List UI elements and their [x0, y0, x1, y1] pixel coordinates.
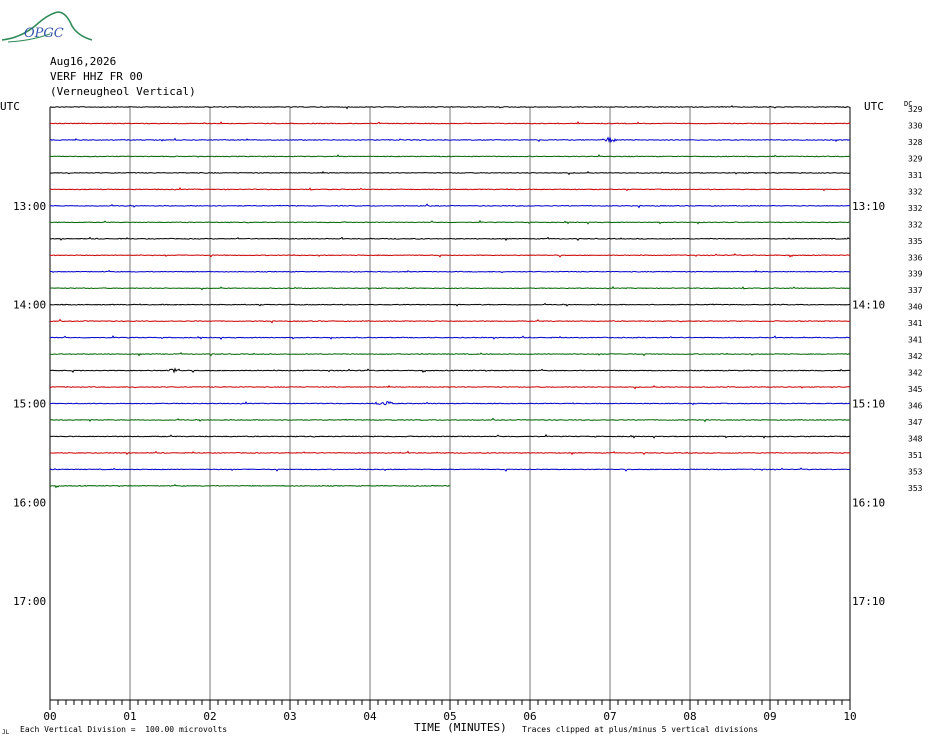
plot-date: Aug16,2026 [50, 55, 117, 68]
left-hour-label: 14:00 [13, 299, 46, 312]
right-axis-title: UTC [864, 100, 884, 113]
dc-offset-label: 340 [908, 303, 923, 312]
dc-offset-label: 335 [908, 237, 923, 246]
dc-offset-label: 353 [908, 484, 923, 493]
opgc-logo: OPGC [0, 4, 100, 48]
x-tick-label: 06 [523, 710, 536, 723]
dc-offset-label: 330 [908, 121, 923, 130]
x-tick-label: 07 [603, 710, 616, 723]
axis-labels: 00 01 02 03 04 05 06 07 08 09 10UTC UTC DC13:0014:00… [0, 100, 923, 723]
dc-offset-label: 329 [908, 105, 923, 114]
right-hour-label: 17:10 [852, 595, 885, 608]
dc-offset-label: 328 [908, 138, 923, 147]
dc-offset-label: 329 [908, 154, 923, 163]
dc-offset-label: 347 [908, 418, 923, 427]
dc-offset-label: 332 [908, 204, 923, 213]
right-hour-label: 15:10 [852, 398, 885, 411]
dc-offset-label: 351 [908, 451, 923, 460]
dc-offset-label: 353 [908, 467, 923, 476]
corner-mark: JL [2, 729, 10, 736]
x-tick-label: 08 [683, 710, 696, 723]
dc-offset-label: 332 [908, 220, 923, 229]
x-axis-title: TIME (MINUTES) [414, 721, 507, 734]
grid-lines [49, 107, 851, 710]
x-tick-label: 01 [123, 710, 136, 723]
station-code: VERF HHZ FR 00 [50, 70, 143, 83]
helicorder-chart: 00 01 02 03 04 05 06 07 08 09 10UTC UTC DC13:0014:00… [0, 100, 923, 723]
trace-line [49, 483, 451, 489]
dc-offset-label: 342 [908, 369, 923, 378]
left-hour-label: 15:00 [13, 398, 46, 411]
right-hour-label: 14:10 [852, 299, 885, 312]
x-tick-label: 10 [843, 710, 856, 723]
dc-offset-label: 331 [908, 171, 923, 180]
dc-offset-label: 332 [908, 187, 923, 196]
x-tick-label: 03 [283, 710, 296, 723]
dc-offset-label: 341 [908, 336, 923, 345]
dc-offset-label: 336 [908, 253, 923, 262]
station-location: (Verneugheol Vertical) [50, 85, 196, 98]
dc-offset-label: 345 [908, 385, 923, 394]
x-tick-label: 02 [203, 710, 216, 723]
right-hour-label: 16:10 [852, 496, 885, 509]
dc-offset-label: 348 [908, 434, 923, 443]
x-tick-label: 09 [763, 710, 776, 723]
dc-offset-label: 341 [908, 319, 923, 328]
right-hour-label: 13:10 [852, 200, 885, 213]
logo-text: OPGC [24, 26, 64, 41]
left-hour-label: 16:00 [13, 496, 46, 509]
dc-offset-label: 339 [908, 270, 923, 279]
left-hour-label: 13:00 [13, 200, 46, 213]
left-hour-label: 17:00 [13, 595, 46, 608]
clip-note: Traces clipped at plus/minus 5 vertical … [522, 725, 759, 734]
x-tick-label: 04 [363, 710, 377, 723]
dc-offset-label: 346 [908, 402, 923, 411]
left-axis-title: UTC [0, 100, 20, 113]
dc-offset-label: 337 [908, 286, 923, 295]
scale-note: Each Vertical Division = 100.00 microvol… [20, 725, 228, 734]
dc-offset-label: 342 [908, 352, 923, 361]
x-tick-label: 00 [43, 710, 56, 723]
